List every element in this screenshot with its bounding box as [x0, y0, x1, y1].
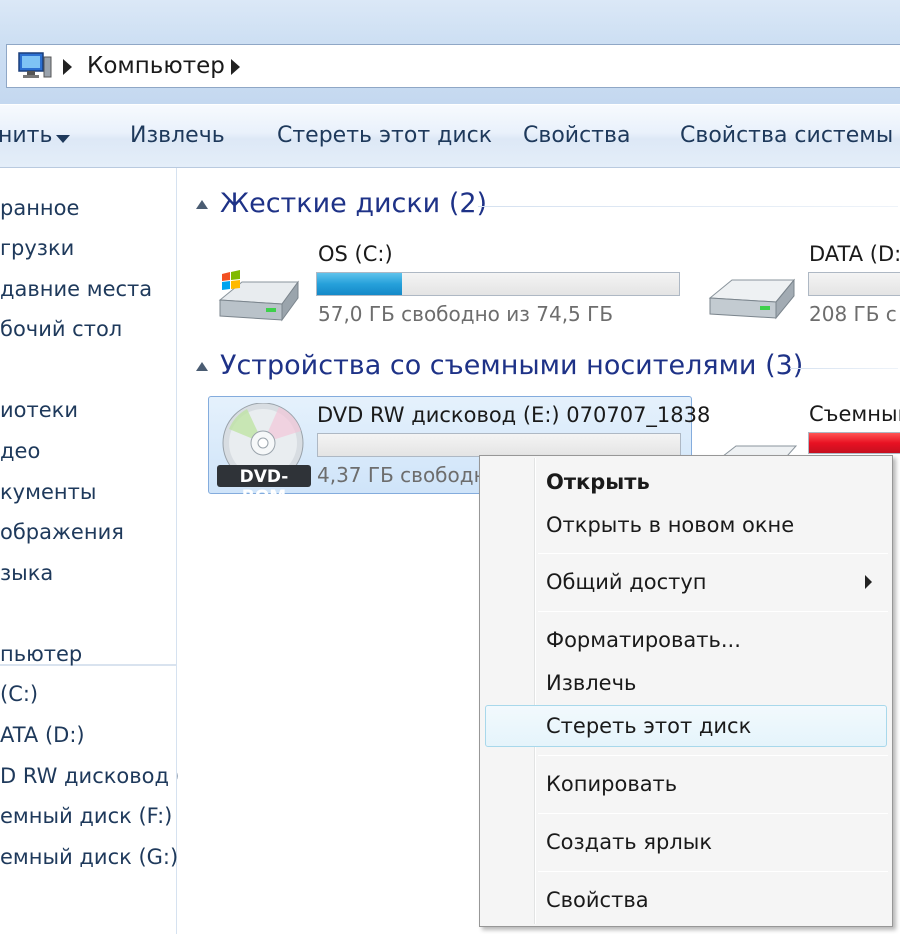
- drive-usage-bar-f: [808, 432, 900, 454]
- menu-item-share[interactable]: Общий доступ: [546, 570, 707, 594]
- menu-item-eject[interactable]: Извлечь: [546, 671, 636, 695]
- nav-item-drive-e[interactable]: D RW дисковод (: [0, 764, 184, 788]
- window-title-area: Компьютер: [0, 0, 900, 104]
- collapse-triangle-icon[interactable]: [196, 362, 208, 371]
- group-header-hard-disks[interactable]: Жесткие диски (2): [178, 184, 900, 224]
- menu-item-copy[interactable]: Копировать: [546, 772, 677, 796]
- breadcrumb-arrow-icon[interactable]: [63, 59, 72, 75]
- nav-item-drive-d[interactable]: ATA (D:): [0, 723, 85, 747]
- group-divider: [790, 368, 898, 369]
- command-toolbar: нить Извлечь Стереть этот диск Свойства …: [0, 104, 900, 168]
- hard-drive-windows-icon: [212, 260, 304, 330]
- organize-button[interactable]: нить: [0, 123, 52, 148]
- nav-item-video[interactable]: део: [0, 439, 40, 463]
- drive-usage-fill-c: [317, 273, 403, 295]
- breadcrumb-computer[interactable]: Компьютер: [87, 53, 225, 79]
- address-bar[interactable]: Компьютер: [6, 44, 900, 88]
- breadcrumb-arrow-icon[interactable]: [231, 59, 240, 75]
- menu-gutter: [535, 458, 536, 924]
- group-title-removable: Устройства со съемными носителями (3): [220, 350, 804, 381]
- computer-icon[interactable]: [17, 51, 53, 81]
- menu-separator: [538, 871, 888, 872]
- nav-item-pictures[interactable]: ображения: [0, 520, 124, 544]
- chevron-down-icon[interactable]: [56, 135, 70, 143]
- system-properties-button[interactable]: Свойства системы: [680, 123, 893, 148]
- nav-item-documents[interactable]: кументы: [0, 480, 96, 504]
- collapse-triangle-icon[interactable]: [196, 200, 208, 209]
- menu-separator: [538, 755, 888, 756]
- eject-button[interactable]: Извлечь: [130, 123, 225, 148]
- drive-usage-fill-f: [809, 433, 900, 453]
- navigation-pane: ранное грузки давние места бочий стол ио…: [0, 168, 184, 934]
- nav-item-computer[interactable]: пьютер: [0, 642, 82, 666]
- drive-free-space-e: 4,37 ГБ свободно: [317, 463, 499, 487]
- menu-item-format[interactable]: Форматировать...: [546, 628, 741, 652]
- menu-item-open-new-window[interactable]: Открыть в новом окне: [546, 513, 794, 537]
- nav-item-music[interactable]: зыка: [0, 561, 53, 585]
- group-header-removable[interactable]: Устройства со съемными носителями (3): [178, 346, 900, 386]
- menu-separator: [538, 813, 888, 814]
- menu-item-properties[interactable]: Свойства: [546, 888, 649, 912]
- hard-drive-icon: [704, 268, 800, 328]
- nav-item-drive-g[interactable]: емный диск (G:): [0, 845, 178, 869]
- drive-usage-bar-e: [317, 433, 681, 457]
- nav-item-desktop[interactable]: бочий стол: [0, 317, 122, 341]
- drive-name-f: Съемный: [809, 402, 900, 426]
- drive-name-c: OS (C:): [318, 242, 393, 266]
- menu-separator: [538, 553, 888, 554]
- nav-item-drive-f[interactable]: емный диск (F:): [0, 804, 172, 828]
- dvd-rom-label: DVD-ROM: [239, 467, 289, 507]
- nav-item-downloads[interactable]: грузки: [0, 236, 74, 260]
- drive-free-space-d: 208 ГБ с: [809, 302, 897, 326]
- drive-free-space-c: 57,0 ГБ свободно из 74,5 ГБ: [318, 302, 614, 326]
- menu-item-erase-disc[interactable]: Стереть этот диск: [546, 714, 751, 738]
- nav-item-libraries[interactable]: иотеки: [0, 398, 78, 422]
- nav-item-favorites[interactable]: ранное: [0, 196, 79, 220]
- menu-separator: [538, 611, 888, 612]
- drive-usage-bar-d: [808, 272, 900, 296]
- drive-name-e: DVD RW дисковод (E:) 070707_1838: [317, 403, 711, 427]
- drive-usage-bar-c: [316, 272, 680, 296]
- context-menu: Открыть Открыть в новом окне Общий досту…: [479, 455, 893, 927]
- menu-item-open[interactable]: Открыть: [546, 470, 650, 494]
- nav-item-recent-places[interactable]: давние места: [0, 277, 152, 301]
- group-title-hard-disks: Жесткие диски (2): [220, 188, 488, 219]
- erase-disc-button[interactable]: Стереть этот диск: [277, 123, 492, 148]
- group-divider: [478, 206, 898, 207]
- properties-button[interactable]: Свойства: [523, 123, 630, 148]
- submenu-arrow-icon: [865, 575, 872, 589]
- menu-item-create-shortcut[interactable]: Создать ярлык: [546, 830, 712, 854]
- nav-item-drive-c[interactable]: (C:): [0, 682, 38, 706]
- drive-name-d: DATA (D:: [809, 242, 900, 266]
